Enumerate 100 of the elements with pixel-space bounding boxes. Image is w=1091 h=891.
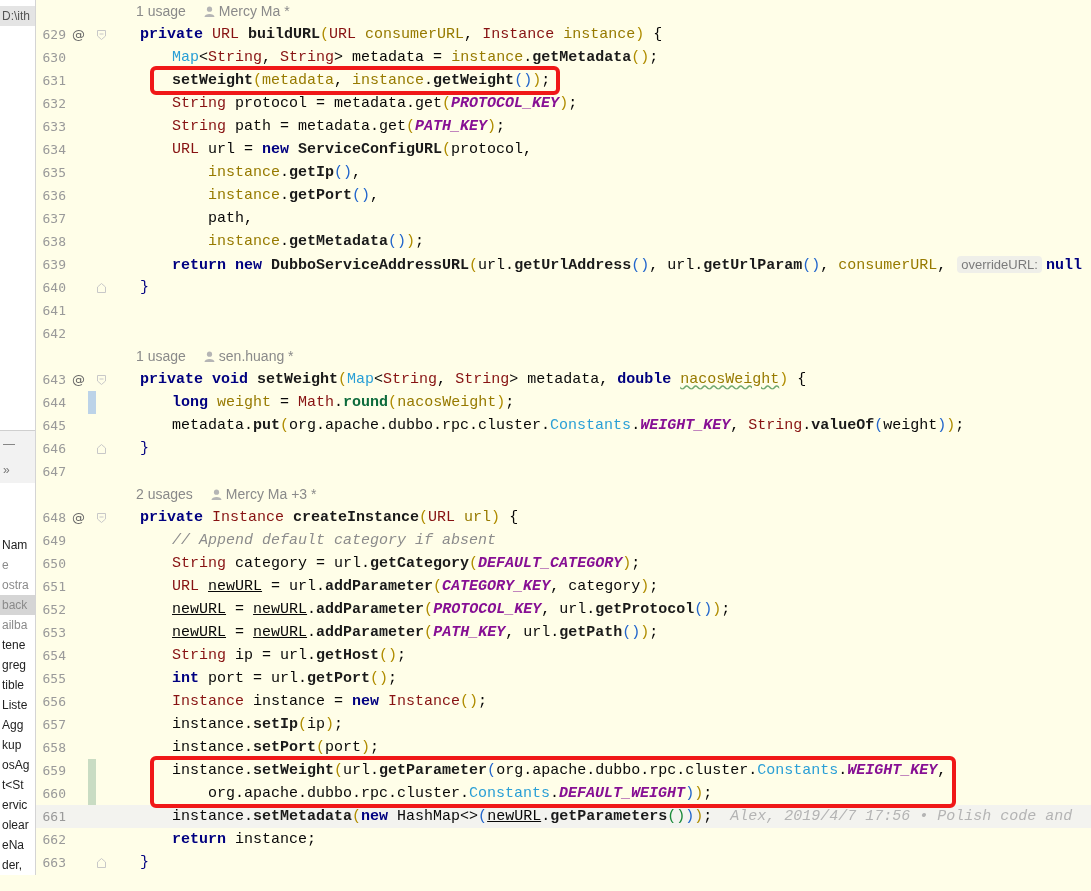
line-number: 649 <box>41 532 66 550</box>
tree-item[interactable]: Nam <box>0 535 35 555</box>
code-line: // Append default category if absent <box>172 531 497 551</box>
author-label: Mercy Ma * <box>218 2 290 21</box>
code-line: instance.getIp(), <box>208 163 362 183</box>
line-number: 631 <box>41 72 66 90</box>
code-line: return instance; <box>172 830 317 850</box>
tree-item[interactable]: Liste <box>0 695 35 715</box>
line-number: 657 <box>41 716 66 734</box>
line-number: 662 <box>41 831 66 849</box>
line-number: 639 <box>41 256 66 274</box>
line-number: 635 <box>41 164 66 182</box>
fold-icon[interactable] <box>97 29 106 40</box>
minimize-button[interactable]: — <box>0 431 35 457</box>
code-line: path, <box>208 209 254 229</box>
code-line: setWeight(metadata, instance.getWeight()); <box>172 71 551 91</box>
code-line: private URL buildURL(URL consumerURL, Instance instance) { <box>140 25 663 45</box>
code-line: instance.getPort(), <box>208 186 380 206</box>
line-number: 647 <box>41 463 66 481</box>
line-number: 640 <box>41 279 66 297</box>
line-number: 655 <box>41 670 66 688</box>
code-line: instance.setIp(ip); <box>172 715 344 735</box>
person-icon <box>203 6 215 17</box>
line-number: 660 <box>41 785 66 803</box>
line-number: 653 <box>41 624 66 642</box>
fold-icon[interactable] <box>97 512 106 523</box>
line-number: 651 <box>41 578 66 596</box>
code-line: URL newURL = url.addParameter(CATEGORY_KEY, category); <box>172 577 659 597</box>
line-number: 644 <box>41 394 66 412</box>
change-marker[interactable] <box>88 759 96 782</box>
code-line: long weight = Math.round(nacosWeight); <box>172 393 515 413</box>
tree-item[interactable]: kup <box>0 735 35 755</box>
override-icon[interactable]: @ <box>72 510 86 525</box>
tree-item[interactable]: ervic <box>0 795 35 815</box>
code-line: instance.setMetadata(new HashMap<>(newURL.getParameters())); <box>172 807 713 827</box>
line-number: 632 <box>41 95 66 113</box>
line-number: 646 <box>41 440 66 458</box>
code-line: instance.setWeight(url.getParameter(org.apache.dubbo.rpc.cluster.Constants.WEIGHT_KEY, <box>172 761 947 781</box>
tree-item[interactable]: der, <box>0 855 35 875</box>
tree-item[interactable]: tible <box>0 675 35 695</box>
line-number: 636 <box>41 187 66 205</box>
tree-item[interactable]: t<St <box>0 775 35 795</box>
fold-icon[interactable] <box>97 374 106 385</box>
tree-item[interactable]: greg <box>0 655 35 675</box>
person-icon <box>203 351 215 362</box>
line-number: 650 <box>41 555 66 573</box>
tree-item[interactable]: Agg <box>0 715 35 735</box>
tree-item[interactable]: ostra <box>0 575 35 595</box>
code-line: return new DubboServiceAddressURL(url.getUrlAddress(), url.getUrlParam(), consumerURL, overrideURL: null <box>172 255 1082 276</box>
tree-item[interactable]: tene <box>0 635 35 655</box>
usage-count[interactable]: 1 usage <box>136 0 186 23</box>
code-line: URL url = new ServiceConfigURL(protocol, <box>172 140 533 160</box>
line-number: 638 <box>41 233 66 251</box>
code-line: private void setWeight(Map<String, String> metadata, double nacosWeight) { <box>140 370 807 390</box>
tree-item[interactable]: ailba <box>0 615 35 635</box>
line-number: 663 <box>41 854 66 872</box>
line-number: 652 <box>41 601 66 619</box>
code-line: org.apache.dubbo.rpc.cluster.Constants.DEFAULT_WEIGHT)); <box>208 784 713 804</box>
expand-button[interactable]: » <box>0 457 35 483</box>
line-number: 656 <box>41 693 66 711</box>
author-label: sen.huang * <box>218 347 294 366</box>
line-number: 642 <box>41 325 66 343</box>
code-line: Instance instance = new Instance(); <box>172 692 488 712</box>
code-line: metadata.put(org.apache.dubbo.rpc.cluster.Constants.WEIGHT_KEY, String.valueOf(weight)); <box>172 416 965 436</box>
line-number: 633 <box>41 118 66 136</box>
line-number: 629 <box>41 26 66 44</box>
line-number: 641 <box>41 302 66 320</box>
line-number: 659 <box>41 762 66 780</box>
usage-count[interactable]: 1 usage <box>136 345 186 368</box>
path-label: D:\ith <box>0 6 35 26</box>
change-marker[interactable] <box>88 782 96 805</box>
person-icon <box>210 489 222 500</box>
code-line: } <box>140 439 149 459</box>
line-number: 648 <box>41 509 66 527</box>
change-marker[interactable] <box>88 391 96 414</box>
code-line: String protocol = metadata.get(PROTOCOL_KEY); <box>172 94 578 114</box>
code-line: instance.setPort(port); <box>172 738 380 758</box>
code-line: newURL = newURL.addParameter(PATH_KEY, url.getPath()); <box>172 623 659 643</box>
code-line: newURL = newURL.addParameter(PROTOCOL_KEY, url.getProtocol()); <box>172 600 731 620</box>
blame-annotation: Alex, 2019/4/7 17:56 • Polish code and <box>730 808 1073 825</box>
tree-item[interactable]: eNa <box>0 835 35 855</box>
code-line: String ip = url.getHost(); <box>172 646 407 666</box>
code-line: Map<String, String> metadata = instance.getMetadata(); <box>172 48 659 68</box>
code-line: } <box>140 853 149 873</box>
fold-icon[interactable] <box>97 443 106 454</box>
code-line: String path = metadata.get(PATH_KEY); <box>172 117 506 137</box>
usage-count[interactable]: 2 usages <box>136 483 193 506</box>
author-label: Mercy Ma +3 * <box>225 485 317 504</box>
code-line: String category = url.getCategory(DEFAULT_CATEGORY); <box>172 554 641 574</box>
fold-icon[interactable] <box>97 857 106 868</box>
tree-item[interactable]: olear <box>0 815 35 835</box>
override-icon[interactable]: @ <box>72 372 86 387</box>
code-line: int port = url.getPort(); <box>172 669 398 689</box>
override-icon[interactable]: @ <box>72 27 86 42</box>
fold-icon[interactable] <box>97 282 106 293</box>
code-line: } <box>140 278 149 298</box>
tree-item[interactable]: osAg <box>0 755 35 775</box>
line-number: 637 <box>41 210 66 228</box>
line-number: 634 <box>41 141 66 159</box>
line-number: 661 <box>41 808 66 826</box>
